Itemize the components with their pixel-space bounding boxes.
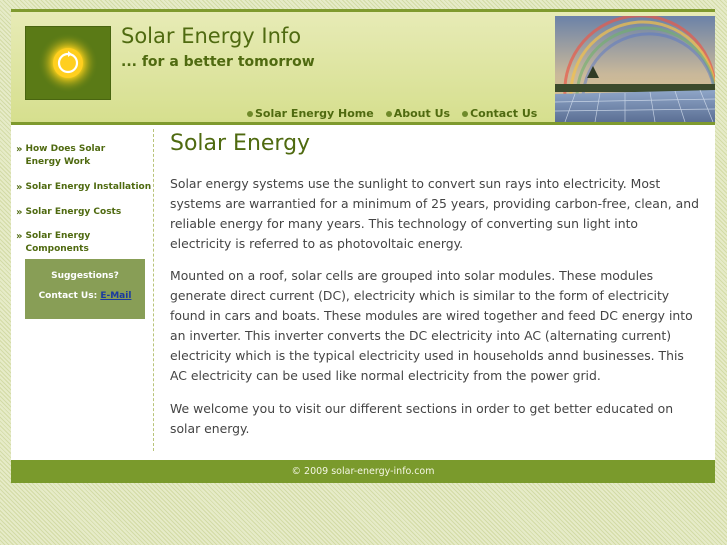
sidebar-item-solar-energy-costs[interactable]: » Solar Energy Costs xyxy=(16,206,121,219)
page-title: Solar Energy xyxy=(170,131,311,156)
site-header: Solar Energy Info ... for a better tomor… xyxy=(11,12,715,122)
site-tagline: ... for a better tomorrow xyxy=(121,54,315,70)
page-container: Solar Energy Info ... for a better tomor… xyxy=(11,9,715,483)
copyright-text: © 2009 solar-energy-info.com xyxy=(291,466,435,477)
suggestions-contact: Contact Us: E-Mail xyxy=(25,291,145,301)
sidebar-item-solar-energy-installation[interactable]: » Solar Energy Installation xyxy=(16,181,151,194)
rainbow-over-solar-panels-image xyxy=(555,16,715,122)
double-chevron-icon: » xyxy=(16,144,23,155)
suggestions-title: Suggestions? xyxy=(51,271,119,281)
sidebar-item-label: Solar Energy Costs xyxy=(25,207,122,217)
bullet-icon xyxy=(462,110,469,117)
header-rule xyxy=(11,122,715,125)
paragraph-modules: Mounted on a roof, solar cells are group… xyxy=(170,268,693,383)
site-logo[interactable] xyxy=(25,26,111,100)
double-chevron-icon: » xyxy=(16,182,23,193)
nav-label: Contact Us xyxy=(470,107,538,120)
sidebar-item-label: Solar Energy Installation xyxy=(25,182,152,192)
paragraph-welcome: We welcome you to visit our different se… xyxy=(170,401,674,436)
nav-about-us[interactable]: About Us xyxy=(385,107,451,120)
bullet-icon xyxy=(247,110,253,117)
sidebar: » How Does Solar Energy Work » Solar Ene… xyxy=(11,129,154,451)
site-title: Solar Energy Info xyxy=(121,24,302,48)
double-chevron-icon: » xyxy=(16,207,23,218)
nav-solar-energy-home[interactable]: Solar Energy Home xyxy=(247,107,374,120)
suggestions-box: Suggestions? Contact Us: E-Mail xyxy=(25,259,145,319)
sidebar-item-how-does-solar-energy-work[interactable]: » How Does Solar Energy Work xyxy=(16,143,135,169)
sidebar-item-label: How Does Solar Energy Work xyxy=(25,144,106,167)
paragraph-intro: Solar energy systems use the sunlight to… xyxy=(170,176,699,251)
main-nav: Solar Energy Home About Us Contact Us xyxy=(247,107,537,120)
double-chevron-icon: » xyxy=(16,231,23,242)
bullet-icon xyxy=(385,110,392,117)
sidebar-item-label: Solar Energy Components xyxy=(25,231,91,254)
nav-label: About Us xyxy=(393,107,451,120)
nav-contact-us[interactable]: Contact Us xyxy=(462,107,537,120)
nav-label: Solar Energy Home xyxy=(255,107,374,120)
site-footer: © 2009 solar-energy-info.com xyxy=(11,460,715,483)
header-photo xyxy=(555,16,715,122)
sun-icon xyxy=(38,33,98,93)
contact-label: Contact Us: xyxy=(38,291,98,301)
email-link[interactable]: E-Mail xyxy=(100,291,131,301)
sidebar-item-solar-energy-components[interactable]: » Solar Energy Components xyxy=(16,230,153,256)
